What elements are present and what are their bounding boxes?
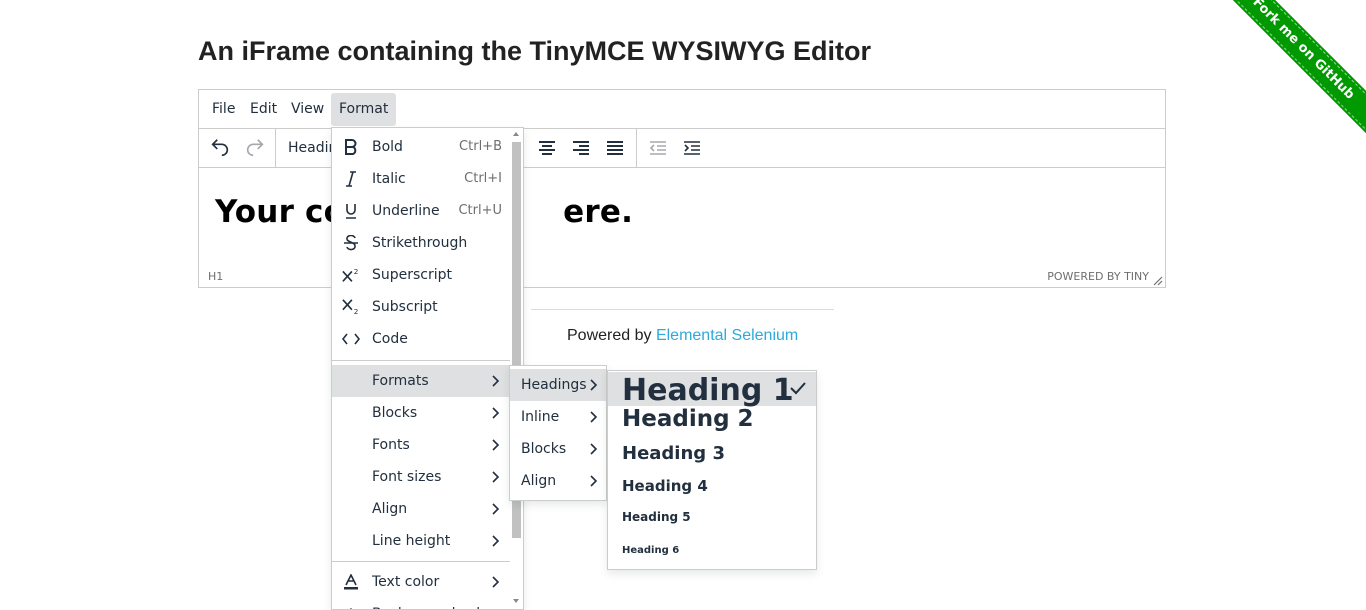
redo-icon — [246, 139, 264, 157]
elemental-selenium-link[interactable]: Elemental Selenium — [656, 327, 798, 344]
chevron-right-icon — [590, 475, 598, 487]
align-right-icon — [573, 141, 589, 155]
svg-text:2: 2 — [354, 267, 359, 276]
heading-4-option[interactable]: Heading 4 — [608, 470, 816, 502]
align-justify-button[interactable] — [598, 133, 632, 163]
chevron-right-icon — [492, 439, 500, 451]
footer-prefix: Powered by — [567, 327, 656, 344]
menu-item-text-color[interactable]: Text color — [332, 566, 510, 598]
underline-icon — [342, 203, 360, 219]
heading-2-option[interactable]: Heading 2 — [608, 406, 816, 438]
submenu-item-headings[interactable]: Headings — [510, 369, 606, 401]
menu-item-fonts[interactable]: Fonts — [332, 429, 510, 461]
menu-item-formats[interactable]: Formats — [332, 365, 510, 397]
github-ribbon[interactable]: Fork me on GitHub — [1217, 0, 1366, 149]
menu-item-superscript[interactable]: 2 Superscript — [332, 259, 510, 291]
menu-format[interactable]: Format — [331, 93, 397, 126]
chevron-right-icon — [590, 411, 598, 423]
powered-by-tiny[interactable]: POWERED BY TINY — [1047, 270, 1149, 283]
scroll-down-icon[interactable] — [513, 599, 519, 603]
editor-menubar: File Edit View Format — [199, 90, 1165, 129]
checkmark-icon — [790, 382, 806, 395]
editor-text-right: ere. — [563, 194, 634, 230]
menu-item-strikethrough[interactable]: Strikethrough — [332, 227, 510, 259]
submenu-item-blocks[interactable]: Blocks — [510, 433, 606, 465]
indent-button[interactable] — [675, 133, 709, 163]
heading-3-option[interactable]: Heading 3 — [608, 438, 816, 470]
heading-5-option[interactable]: Heading 5 — [608, 502, 816, 534]
menu-item-bold[interactable]: Bold Ctrl+B — [332, 131, 510, 163]
redo-button[interactable] — [238, 133, 272, 163]
editor-text-left: Your co — [215, 194, 346, 230]
menu-item-align[interactable]: Align — [332, 493, 510, 525]
indent-icon — [684, 141, 700, 155]
undo-icon — [211, 139, 229, 157]
align-right-button[interactable] — [564, 133, 598, 163]
chevron-right-icon — [492, 375, 500, 387]
strikethrough-icon — [342, 235, 360, 251]
chevron-right-icon — [492, 471, 500, 483]
scroll-up-icon[interactable] — [513, 132, 519, 136]
submenu-item-inline[interactable]: Inline — [510, 401, 606, 433]
menu-item-code[interactable]: Code — [332, 323, 510, 355]
menu-item-underline[interactable]: Underline Ctrl+U — [332, 195, 510, 227]
outdent-icon — [649, 141, 666, 155]
blocks-dropdown[interactable]: Headin — [288, 140, 337, 156]
menu-item-subscript[interactable]: 2 Subscript — [332, 291, 510, 323]
footer-divider — [531, 309, 834, 310]
menu-item-font-sizes[interactable]: Font sizes — [332, 461, 510, 493]
chevron-right-icon — [492, 503, 500, 515]
chevron-right-icon — [590, 379, 598, 391]
align-center-icon — [539, 141, 555, 155]
menu-item-line-height[interactable]: Line height — [332, 525, 510, 557]
text-color-icon — [342, 574, 360, 590]
chevron-right-icon — [492, 576, 500, 588]
undo-button[interactable] — [203, 133, 237, 163]
element-path[interactable]: H1 — [208, 270, 223, 283]
menu-separator — [332, 561, 510, 562]
toolbar-separator — [275, 129, 276, 167]
menu-item-background-color[interactable]: Background color — [332, 598, 510, 609]
outdent-button[interactable] — [641, 133, 675, 163]
page-title: An iFrame containing the TinyMCE WYSIWYG… — [198, 36, 872, 66]
subscript-icon: 2 — [342, 299, 360, 316]
resize-handle-icon[interactable] — [1153, 276, 1163, 286]
svg-text:2: 2 — [354, 307, 359, 316]
format-menu: Bold Ctrl+B Italic Ctrl+I Underline Ctrl… — [331, 127, 524, 610]
github-ribbon-text[interactable]: Fork me on GitHub — [1217, 0, 1366, 140]
code-icon — [342, 331, 360, 347]
align-center-button[interactable] — [530, 133, 564, 163]
chevron-right-icon — [590, 443, 598, 455]
bold-icon — [342, 139, 360, 155]
formats-submenu: Headings Inline Blocks Align — [509, 365, 607, 501]
footer: Powered by Elemental Selenium — [567, 327, 798, 345]
menu-file[interactable]: File — [204, 93, 243, 126]
background-color-icon — [342, 606, 360, 609]
menu-view[interactable]: View — [283, 93, 332, 126]
chevron-right-icon — [492, 407, 500, 419]
menu-separator — [332, 360, 510, 361]
heading-6-option[interactable]: Heading 6 — [608, 534, 816, 566]
headings-submenu: Heading 1 Heading 2 Heading 3 Heading 4 … — [607, 370, 817, 570]
heading-1-option[interactable]: Heading 1 — [608, 372, 816, 408]
menu-item-italic[interactable]: Italic Ctrl+I — [332, 163, 510, 195]
menu-edit[interactable]: Edit — [242, 93, 285, 126]
align-justify-icon — [607, 141, 623, 155]
chevron-right-icon — [492, 535, 500, 547]
menu-item-blocks[interactable]: Blocks — [332, 397, 510, 429]
superscript-icon: 2 — [342, 267, 360, 283]
toolbar-separator — [636, 129, 637, 167]
italic-icon — [342, 171, 360, 187]
submenu-item-align[interactable]: Align — [510, 465, 606, 497]
